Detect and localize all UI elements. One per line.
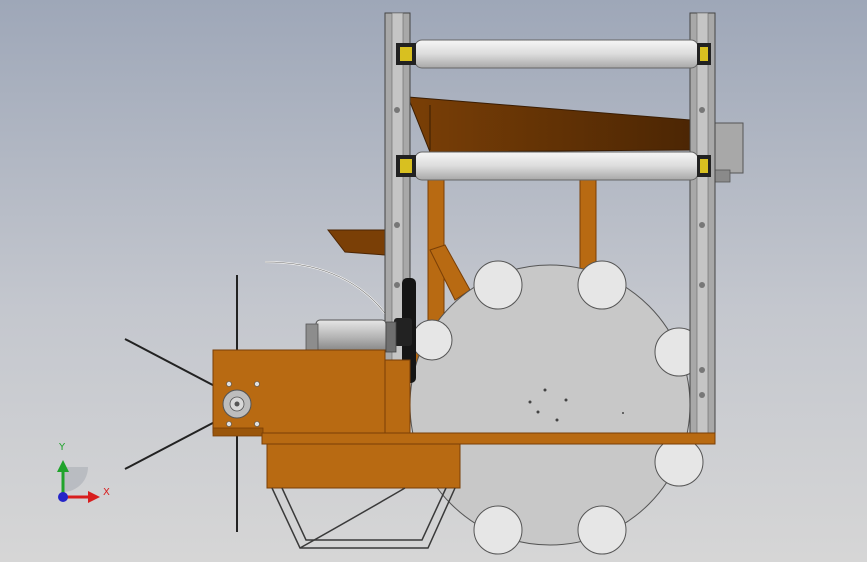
lower-cage (271, 487, 456, 549)
lower-box (266, 443, 461, 489)
front-frame-flange (212, 427, 264, 437)
cad-viewport[interactable]: Y X (0, 0, 867, 562)
base-beam (261, 432, 716, 445)
back-chute (326, 229, 386, 256)
reel-arc (264, 261, 391, 321)
top-roller (396, 39, 711, 69)
disc-wheel (409, 260, 704, 555)
assembly-drawing (57, 12, 744, 555)
axis-label-y: Y (59, 442, 66, 453)
right-rail (689, 12, 716, 434)
top-chute (407, 96, 691, 153)
coordinate-triad-icon (57, 460, 100, 503)
axis-label-x: X (103, 487, 110, 498)
bottom-roller (396, 151, 711, 181)
side-box (714, 122, 744, 174)
